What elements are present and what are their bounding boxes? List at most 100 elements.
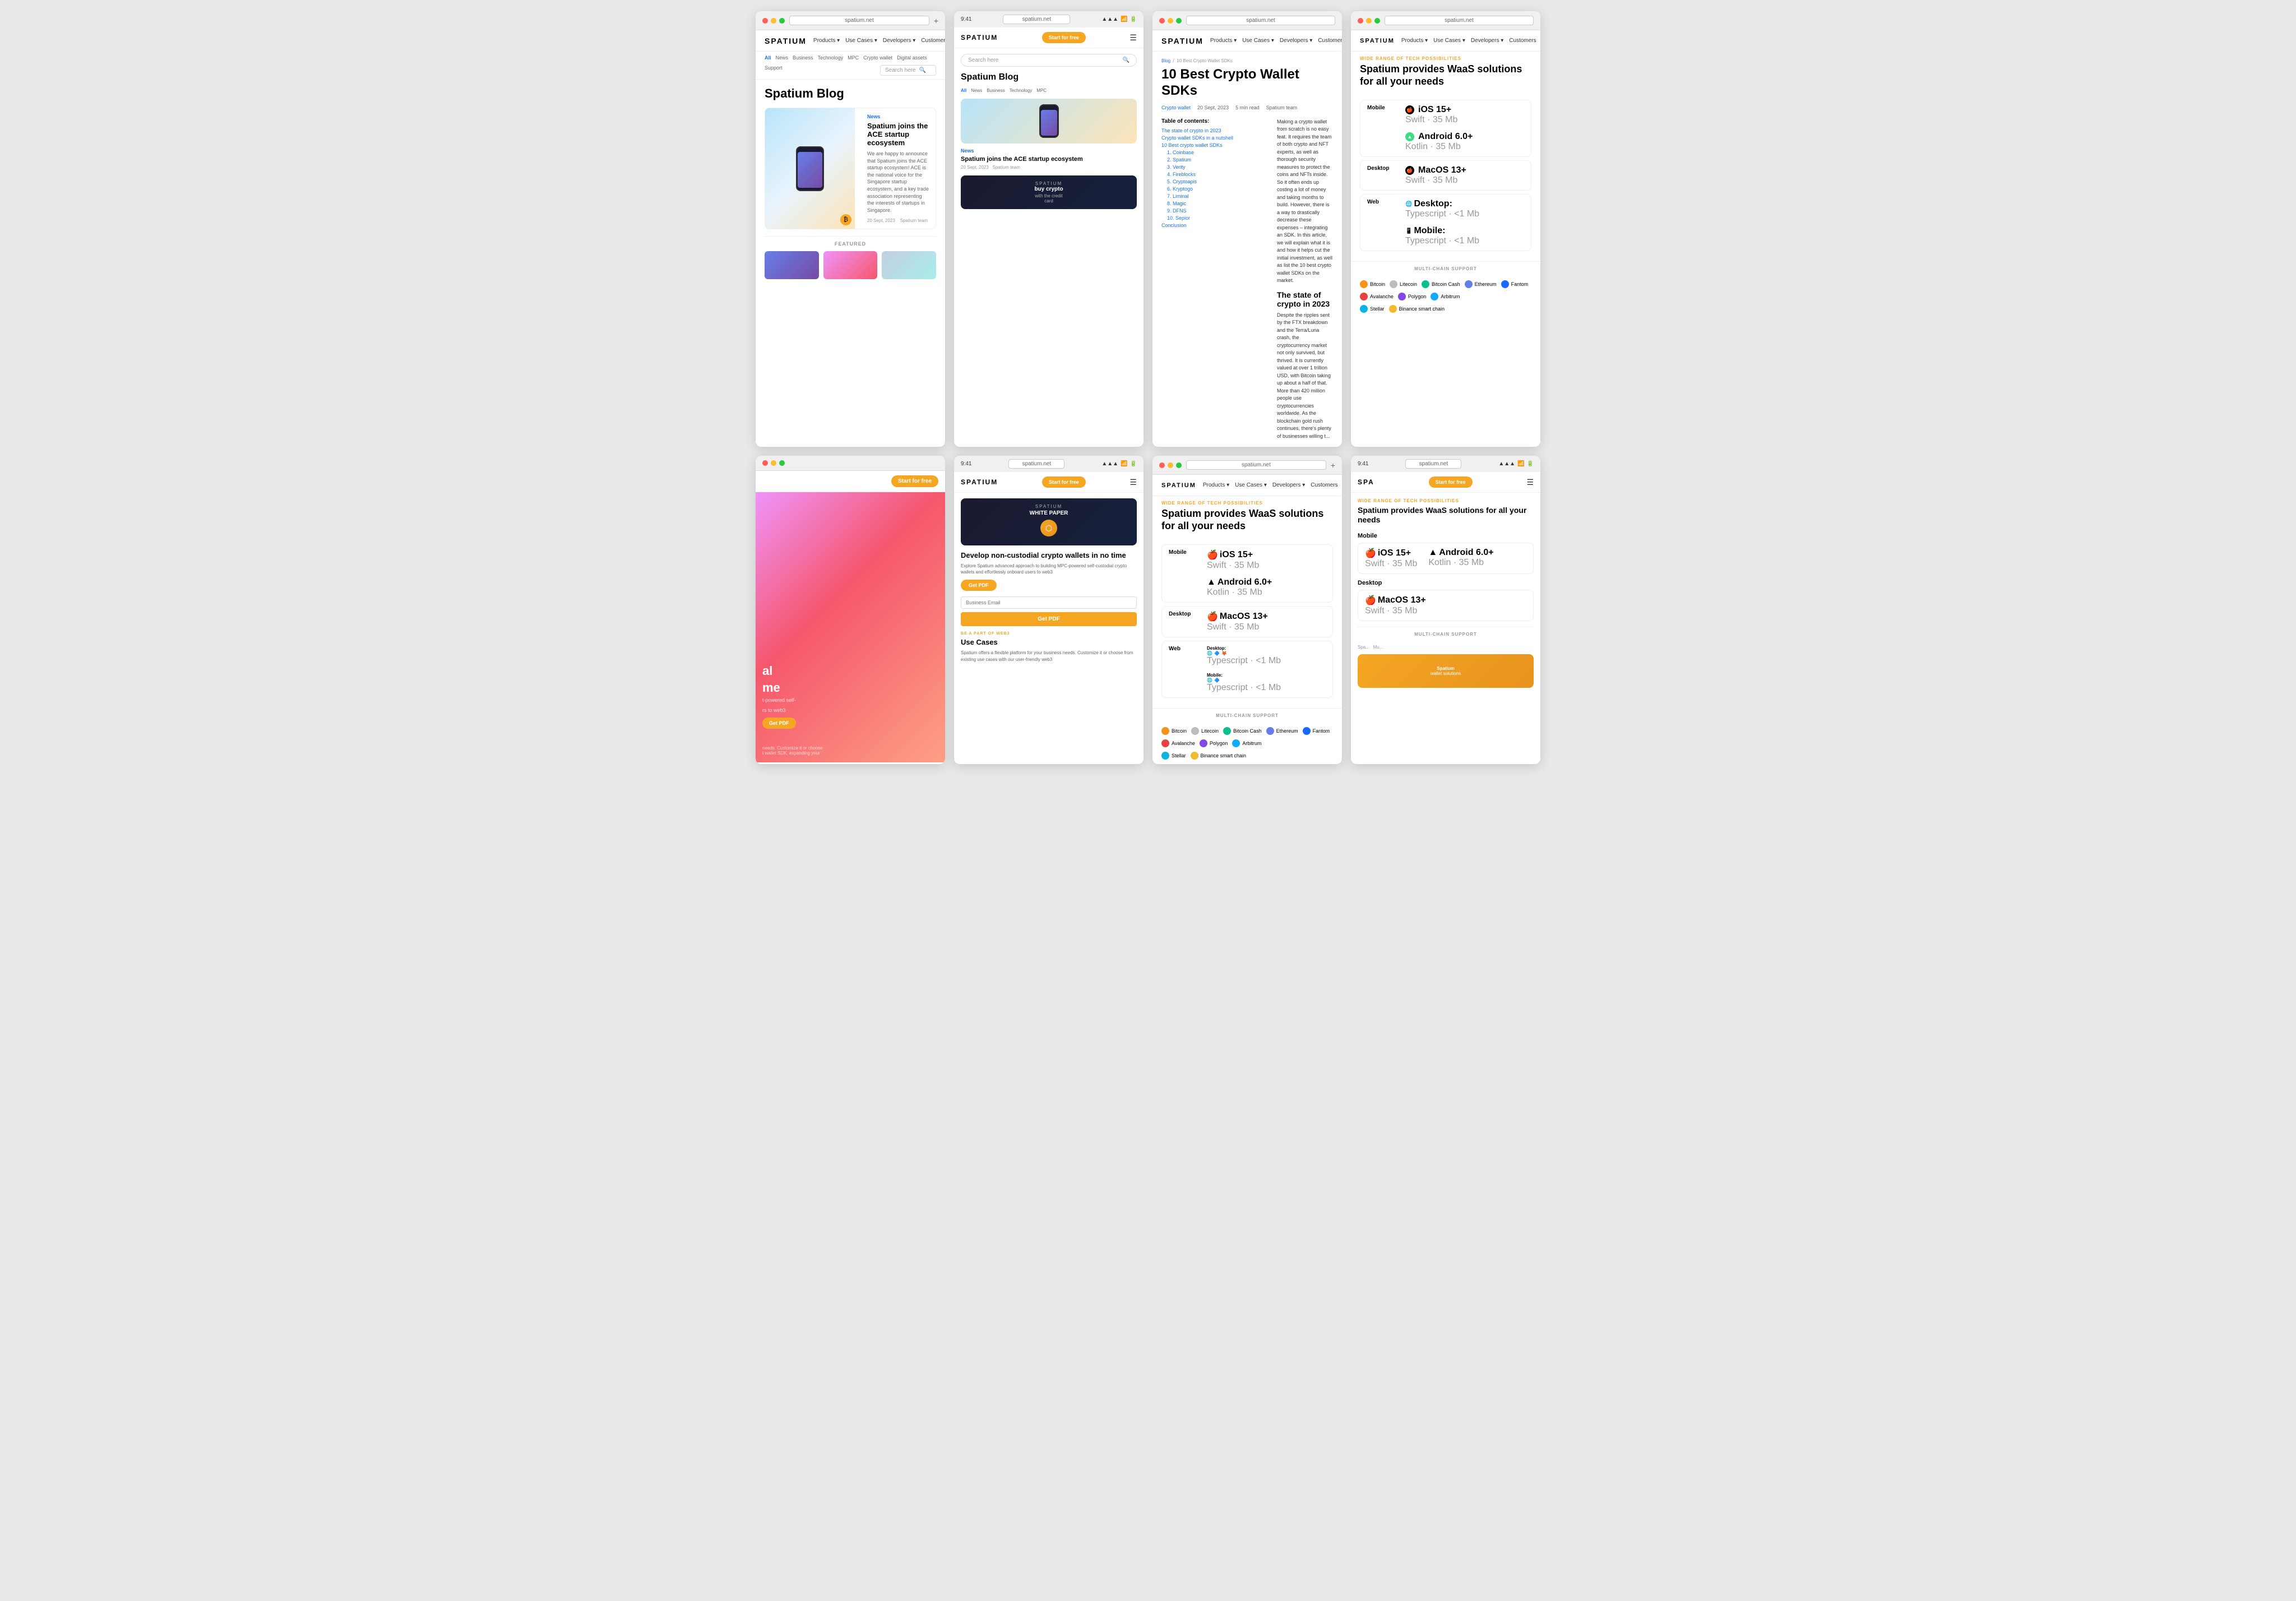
article-minimize-icon[interactable] [1168, 18, 1173, 24]
tag-mpc[interactable]: MPC [848, 55, 859, 61]
pl-maximize-icon[interactable] [779, 460, 785, 466]
nav-use-cases[interactable]: Use Cases ▾ [845, 38, 877, 44]
whitepaper-mobile-start-btn[interactable]: Start for free [1042, 476, 1086, 488]
wp-brand: SPATIUM [966, 504, 1131, 509]
use-cases-title: Use Cases [961, 638, 1137, 646]
hamburger-menu-icon[interactable]: ☰ [1130, 33, 1137, 43]
pf-nav-products[interactable]: Products ▾ [1203, 482, 1229, 488]
tag-digital-assets[interactable]: Digital assets [897, 55, 927, 61]
article-traffic-lights [1159, 18, 1182, 24]
partial-get-pdf-button[interactable]: Get PDF [762, 718, 796, 729]
pm-ios-os: 🍎 iOS 15+ [1365, 548, 1417, 559]
get-pdf-button-form[interactable]: Get PDF [961, 612, 1137, 626]
pf-minimize-icon[interactable] [1168, 462, 1173, 468]
toc-item-2[interactable]: Crypto wallet SDKs in a nutshell [1161, 135, 1262, 141]
products-mobile-address-bar[interactable]: spatium.net [1405, 459, 1461, 469]
toc-item-8[interactable]: 5. Cryptoapis [1161, 179, 1262, 184]
toc-item-7[interactable]: 4. Fireblocks [1161, 172, 1262, 177]
pf-nav-customers[interactable]: Customers [1311, 482, 1337, 488]
article-nav-use-cases[interactable]: Use Cases ▾ [1242, 38, 1274, 44]
products-maximize-icon[interactable] [1374, 18, 1380, 24]
toc-item-conclusion[interactable]: Conclusion [1161, 223, 1262, 228]
mobile-search-icon[interactable]: 🔍 [1123, 57, 1130, 63]
tag-technology[interactable]: Technology [818, 55, 844, 61]
featured-article[interactable]: ₿ News Spatium joins the ACE startup eco… [765, 108, 936, 229]
thumbnail-1[interactable] [765, 251, 819, 279]
toc-item-5[interactable]: 2. Spatium [1161, 157, 1262, 163]
mobile-start-btn[interactable]: Start for free [1042, 32, 1086, 43]
address-bar[interactable]: spatium.net [789, 16, 929, 25]
products-close-icon[interactable] [1358, 18, 1363, 24]
products-nav-customers[interactable]: Customers [1509, 38, 1536, 44]
tag-business[interactable]: Business [793, 55, 813, 61]
whitepaper-hamburger-icon[interactable]: ☰ [1130, 478, 1137, 487]
tag-support[interactable]: Support [765, 65, 783, 76]
pf-nav-use-cases[interactable]: Use Cases ▾ [1235, 482, 1267, 488]
close-icon[interactable] [762, 18, 768, 24]
pl-close-icon[interactable] [762, 460, 768, 466]
crypto-bnb: Binance smart chain [1389, 305, 1445, 313]
nav-customers[interactable]: Customers [921, 38, 945, 44]
products-address-bar[interactable]: spatium.net [1385, 16, 1534, 25]
mobile-address-bar[interactable]: spatium.net [1003, 15, 1070, 24]
mobile-tag-news[interactable]: News [971, 88, 982, 93]
tag-news[interactable]: News [776, 55, 789, 61]
toc-item-10[interactable]: 7. Liminal [1161, 193, 1262, 199]
add-tab-icon[interactable]: + [934, 16, 938, 25]
products-mobile-start-btn[interactable]: Start for free [1429, 476, 1473, 488]
partial-start-btn[interactable]: Start for free [891, 475, 938, 487]
fantom-label: Fantom [1511, 281, 1529, 287]
article-crypto-tag[interactable]: Crypto wallet [1161, 105, 1191, 110]
pf-nav-developers[interactable]: Developers ▾ [1272, 482, 1305, 488]
thumbnail-3[interactable] [882, 251, 936, 279]
search-bar[interactable]: Search here 🔍 [880, 65, 936, 76]
pf-close-icon[interactable] [1159, 462, 1165, 468]
nav-products[interactable]: Products ▾ [813, 38, 840, 44]
mobile-tag-mpc[interactable]: MPC [1036, 88, 1047, 93]
mobile-titlebar: 9:41 spatium.net ▲▲▲ 📶 🔋 [954, 11, 1144, 27]
article-maximize-icon[interactable] [1176, 18, 1182, 24]
whitepaper-address-bar[interactable]: spatium.net [1008, 459, 1064, 469]
pl-minimize-icon[interactable] [771, 460, 776, 466]
article-nav-customers[interactable]: Customers [1318, 38, 1342, 44]
mobile-tag-business[interactable]: Business [987, 88, 1004, 93]
toc-item-13[interactable]: 10. Sepior [1161, 215, 1262, 221]
toc-item-1[interactable]: The state of crypto in 2023 [1161, 128, 1262, 133]
mobile-search-bar[interactable]: Search here 🔍 [961, 54, 1137, 67]
toc-item-9[interactable]: 6. Kryptogo [1161, 186, 1262, 192]
thumbnail-2[interactable] [823, 251, 878, 279]
article-nav-developers[interactable]: Developers ▾ [1280, 38, 1312, 44]
minimize-icon[interactable] [771, 18, 776, 24]
article-nav-products[interactable]: Products ▾ [1210, 38, 1237, 44]
products-nav-developers[interactable]: Developers ▾ [1471, 38, 1503, 44]
mobile-tag-technology[interactable]: Technology [1010, 88, 1032, 93]
products-nav-use-cases[interactable]: Use Cases ▾ [1433, 38, 1465, 44]
pm-android-item: ▲ Android 6.0+ Kotlin · 35 Mb [1428, 548, 1493, 568]
article-address-bar[interactable]: spatium.net [1186, 16, 1335, 25]
breadcrumb-blog[interactable]: Blog [1161, 58, 1170, 63]
pf-add-tab-icon[interactable]: + [1331, 461, 1335, 470]
toc-item-4[interactable]: 1. Coinbase [1161, 150, 1262, 155]
products-minimize-icon[interactable] [1366, 18, 1372, 24]
pm-truncated-text: Spa... [1358, 645, 1369, 650]
products-full-address-bar[interactable]: spatium.net [1186, 460, 1326, 470]
toc-item-6[interactable]: 3. Verity [1161, 164, 1262, 170]
toc-item-3[interactable]: 10 Best crypto wallet SDKs [1161, 142, 1262, 148]
mobile-platform-box: Mobile 🍎 iOS 15+ Swift · 35 Mb ▲ Android… [1360, 100, 1531, 157]
products-nav-products[interactable]: Products ▾ [1401, 38, 1428, 44]
wp-wifi-icon: 📶 [1121, 461, 1127, 467]
tag-all[interactable]: All [765, 55, 771, 61]
toc-item-12[interactable]: 9. DFNS [1161, 208, 1262, 214]
pf-maximize-icon[interactable] [1176, 462, 1182, 468]
toc-item-11[interactable]: 8. Magic [1161, 201, 1262, 206]
nav-developers[interactable]: Developers ▾ [883, 38, 915, 44]
business-email-input[interactable] [961, 596, 1137, 609]
products-mobile-hamburger[interactable]: ☰ [1526, 478, 1534, 487]
get-pdf-button-top[interactable]: Get PDF [961, 580, 997, 591]
mobile-tag-all[interactable]: All [961, 88, 966, 93]
tag-crypto-wallet[interactable]: Crypto wallet [863, 55, 892, 61]
search-icon[interactable]: 🔍 [919, 67, 925, 73]
maximize-icon[interactable] [779, 18, 785, 24]
article-logo: SPATIUM [1161, 36, 1203, 45]
article-close-icon[interactable] [1159, 18, 1165, 24]
